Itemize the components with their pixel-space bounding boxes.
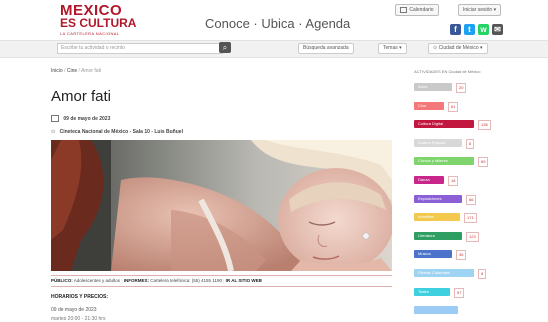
twitter-icon[interactable]: t [464, 24, 475, 35]
facebook-icon[interactable]: f [450, 24, 461, 35]
category-count: 57 [454, 287, 465, 298]
email-glyph: ✉ [494, 25, 501, 34]
event-venue[interactable]: Cineteca Nacional de México - Sala 10 - … [60, 129, 183, 135]
category-button[interactable]: Cultura Popular [414, 138, 462, 147]
category-count: 123 [466, 231, 479, 242]
category-count: 18 [448, 176, 459, 186]
informes-label: INFORMES: [123, 278, 149, 283]
calendar-icon [51, 115, 59, 122]
page-title: Amor fati [51, 88, 112, 105]
breadcrumb-home[interactable]: Inicio [51, 68, 63, 74]
logo-line2[interactable]: ES CULTURA [60, 16, 136, 30]
city-label: Ciudad de México [438, 45, 479, 51]
event-venue-row: ⊙ Cineteca Nacional de México - Sala 10 … [51, 129, 183, 135]
category-label: Fiestas Culturales [418, 270, 451, 275]
category-label: Música [418, 251, 431, 257]
category-label: Exposiciones [418, 195, 442, 201]
category-count: 171 [464, 213, 477, 224]
schedule-heading: HORARIOS Y PRECIOS: [51, 294, 109, 300]
topics-dropdown[interactable]: Temas ▾ [378, 43, 407, 54]
calendar-icon [400, 6, 407, 13]
logo-tagline: LA CARTELERA NACIONAL [60, 31, 120, 36]
category-count: 8 [466, 138, 475, 149]
chevron-down-icon: ▾ [480, 45, 483, 51]
whatsapp-icon[interactable]: w [478, 24, 489, 35]
website-link[interactable]: IR AL SITIO WEB [226, 278, 262, 283]
category-button[interactable]: Cursos y talleres [414, 157, 474, 166]
category-button[interactable]: Música [414, 250, 452, 259]
category-label: Danza [418, 177, 430, 182]
search-button[interactable]: ⌕ [219, 42, 231, 53]
header-nav[interactable]: Conoce · Ubica · Agenda [205, 16, 350, 31]
breadcrumb: Inicio / Cine / Amor fati [51, 68, 102, 74]
category-label: Artes [418, 84, 428, 89]
breadcrumb-current: Amor fati [81, 68, 102, 74]
location-pin-icon: ⊙ [433, 45, 438, 51]
schedule-date: 09 de mayo de 2023 [51, 307, 97, 313]
category-label: Teatro [418, 288, 430, 294]
calendar-button-label: Calendario [409, 7, 434, 13]
category-button[interactable]: Teatro [414, 287, 450, 296]
category-count: 20 [456, 83, 467, 93]
category-button[interactable]: Artes [414, 83, 452, 91]
schedule-time: martes 20:00 - 21:30 hrs [51, 316, 106, 322]
category-button[interactable] [414, 306, 458, 315]
breadcrumb-cine[interactable]: Cine [67, 68, 77, 74]
category-button[interactable]: Cultura Digital [414, 120, 474, 129]
event-date-row: 09 de mayo de 2023 [51, 115, 110, 122]
search-icon: ⌕ [222, 43, 228, 52]
category-count: 66 [466, 194, 477, 205]
category-label: Cultura Digital [418, 121, 444, 127]
city-dropdown[interactable]: ⊙ Ciudad de México ▾ [428, 43, 488, 54]
twitter-glyph: t [468, 25, 471, 34]
login-button[interactable]: Iniciar sesión ▾ [458, 4, 502, 16]
search-input[interactable]: Escribe tu actividad o recinto [57, 43, 223, 54]
category-button[interactable]: Infantiles [414, 213, 460, 222]
email-icon[interactable]: ✉ [492, 24, 503, 35]
category-count: 136 [478, 120, 491, 131]
category-count: 8 [478, 269, 487, 279]
event-info-bar: PÚBLICO: Adolescentes y adultos | INFORM… [51, 275, 392, 287]
category-button[interactable]: Danza [414, 176, 444, 184]
category-label: Literatura [418, 232, 435, 238]
category-label: Infantiles [418, 214, 435, 220]
calendar-button[interactable]: Calendario [395, 4, 439, 16]
sidebar-title: ACTIVIDADES EN Ciudad de México [414, 69, 481, 74]
category-button[interactable]: Fiestas Culturales [414, 269, 474, 277]
category-count: 36 [456, 250, 467, 261]
category-button[interactable]: Cine [414, 101, 444, 110]
facebook-glyph: f [454, 25, 457, 34]
location-pin-icon: ⊙ [51, 129, 56, 135]
category-button[interactable]: Literatura [414, 231, 462, 240]
category-count: 61 [448, 101, 459, 112]
event-photo [51, 140, 392, 271]
login-button-label: Iniciar sesión [463, 7, 493, 13]
category-count: 69 [478, 157, 489, 168]
informes-value: Cartelera telefónica: (55) 4155 1190 [150, 278, 222, 283]
topics-label: Temas [383, 45, 398, 51]
public-value: Adolescentes y adultos [73, 278, 121, 283]
chevron-down-icon: ▾ [493, 7, 497, 13]
category-label: Cine [418, 102, 427, 108]
category-button[interactable]: Exposiciones [414, 194, 462, 203]
chevron-down-icon: ▾ [399, 45, 402, 51]
whatsapp-glyph: w [480, 25, 487, 34]
advanced-search-button[interactable]: Búsqueda avanzada [298, 43, 354, 54]
category-label: Cursos y talleres [418, 158, 448, 164]
category-label: Cultura Popular [418, 139, 446, 145]
public-label: PÚBLICO: [51, 278, 73, 283]
event-date: 09 de mayo de 2023 [63, 115, 111, 122]
